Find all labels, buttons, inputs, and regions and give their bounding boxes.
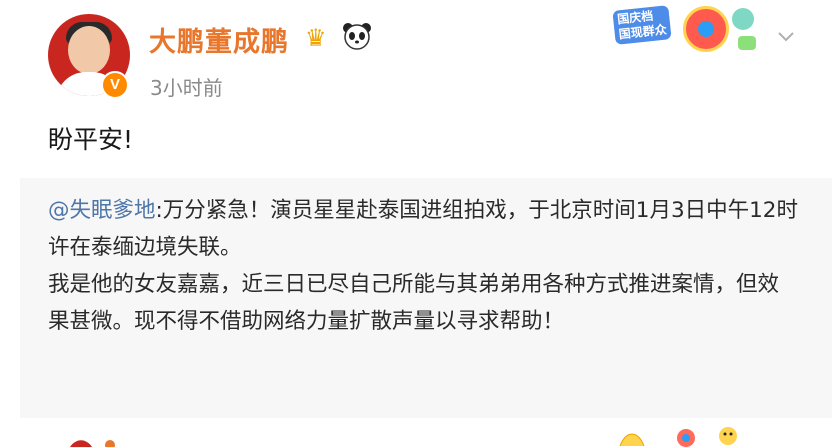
repost-paragraph-2: 我是他的女友嘉嘉，近三日已尽自己所能与其弟弟用各种方式推进案情，但效果甚微。现不… [48, 272, 780, 334]
festival-gift-icon [738, 36, 756, 50]
post-timestamp: 3小时前 [150, 76, 223, 100]
crown-icon: ♛ [305, 24, 327, 52]
repost-paragraph-1: @失眠爹地:万分紧急！演员星星赴泰国进组拍戏，于北京时间1月3日中午12时许在泰… [48, 192, 798, 266]
repost-text-1: :万分紧急！演员星星赴泰国进组拍戏，于北京时间1月3日中午12时许在泰缅边境失联… [48, 198, 798, 260]
mention-link[interactable]: @失眠爹地 [48, 198, 156, 223]
avatar-face [68, 26, 110, 74]
post-header: V 大鹏董成鹏 ♛ 3小时前 国庆档 国现群众 [0, 0, 832, 110]
repost-card[interactable]: @失眠爹地:万分紧急！演员星星赴泰国进组拍戏，于北京时间1月3日中午12时许在泰… [20, 178, 832, 418]
verified-badge-icon: V [101, 71, 129, 99]
panda-icon [343, 23, 371, 50]
footer-avatar-fragment [70, 440, 115, 447]
festival-banner-text: 国庆档 国现群众 [612, 5, 672, 45]
repost-body: @失眠爹地:万分紧急！演员星星赴泰国进组拍戏，于北京时间1月3日中午12时许在泰… [48, 192, 798, 340]
post-body-text: 盼平安! [48, 125, 134, 154]
festival-figure-icon [732, 8, 754, 30]
festival-mascot-icon [683, 6, 729, 52]
footer-decoration-icon [619, 427, 737, 447]
chevron-down-icon[interactable] [776, 26, 796, 46]
username[interactable]: 大鹏董成鹏 [149, 20, 289, 59]
